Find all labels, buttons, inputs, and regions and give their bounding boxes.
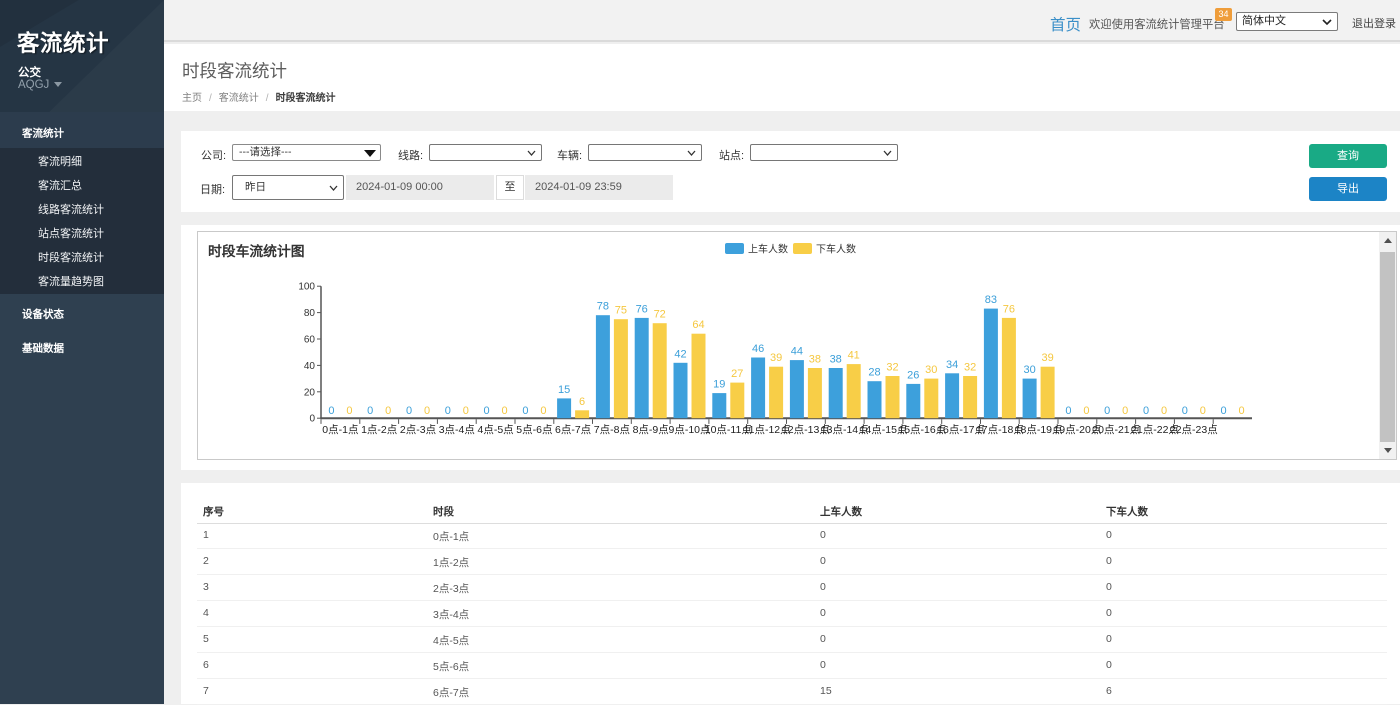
svg-text:3点-4点: 3点-4点 [439,424,475,436]
svg-text:0: 0 [540,405,546,417]
svg-text:44: 44 [791,346,803,358]
svg-text:0: 0 [1143,405,1149,417]
svg-text:40: 40 [304,361,316,372]
svg-text:39: 39 [770,352,782,364]
svg-text:0: 0 [406,405,412,417]
svg-text:0: 0 [1182,405,1188,417]
svg-text:8点-9点: 8点-9点 [633,424,669,436]
svg-text:0: 0 [346,405,352,417]
svg-text:0: 0 [385,405,391,417]
svg-text:0: 0 [309,414,315,425]
svg-text:0: 0 [484,405,490,417]
svg-text:42: 42 [674,348,686,360]
svg-text:46: 46 [752,343,764,355]
svg-text:0: 0 [1104,405,1110,417]
svg-text:64: 64 [692,319,704,331]
svg-text:60: 60 [304,335,316,346]
svg-text:下车人数: 下车人数 [816,243,856,256]
svg-text:30: 30 [925,364,937,376]
svg-text:0: 0 [1200,405,1206,417]
svg-text:76: 76 [636,303,648,315]
svg-text:0: 0 [328,405,334,417]
svg-text:39: 39 [1041,352,1053,364]
svg-text:6: 6 [579,396,585,408]
svg-text:83: 83 [985,294,997,306]
svg-text:0: 0 [445,405,451,417]
svg-text:4点-5点: 4点-5点 [478,424,514,436]
svg-text:0: 0 [1083,405,1089,417]
svg-text:78: 78 [597,301,609,313]
svg-text:2点-3点: 2点-3点 [400,424,436,436]
svg-text:38: 38 [830,354,842,366]
svg-text:38: 38 [809,354,821,366]
svg-text:0: 0 [1065,405,1071,417]
svg-text:72: 72 [654,309,666,321]
svg-text:0: 0 [502,405,508,417]
svg-text:时段车流统计图: 时段车流统计图 [208,243,305,259]
svg-text:22点-23点: 22点-23点 [1170,424,1218,436]
svg-text:30: 30 [1023,364,1035,376]
svg-text:100: 100 [298,282,315,293]
svg-text:20: 20 [304,387,316,398]
svg-text:26: 26 [907,369,919,381]
svg-text:0: 0 [1161,405,1167,417]
svg-text:32: 32 [964,362,976,374]
svg-text:0: 0 [1239,405,1245,417]
svg-text:7点-8点: 7点-8点 [594,424,630,436]
svg-text:41: 41 [848,350,860,362]
svg-text:32: 32 [886,362,898,374]
svg-text:0: 0 [463,405,469,417]
svg-text:1点-2点: 1点-2点 [361,424,397,436]
svg-text:6点-7点: 6点-7点 [555,424,591,436]
svg-text:34: 34 [946,359,958,371]
svg-text:76: 76 [1003,303,1015,315]
svg-text:28: 28 [868,367,880,379]
svg-text:0: 0 [1221,405,1227,417]
svg-text:27: 27 [731,368,743,380]
svg-text:0: 0 [1122,405,1128,417]
svg-text:0: 0 [367,405,373,417]
svg-text:80: 80 [304,308,316,319]
svg-text:75: 75 [615,305,627,317]
svg-text:0: 0 [424,405,430,417]
svg-text:0点-1点: 0点-1点 [322,424,358,436]
svg-text:19: 19 [713,379,725,391]
svg-text:上车人数: 上车人数 [748,243,788,256]
svg-text:5点-6点: 5点-6点 [516,424,552,436]
svg-text:15: 15 [558,384,570,396]
svg-text:0: 0 [522,405,528,417]
